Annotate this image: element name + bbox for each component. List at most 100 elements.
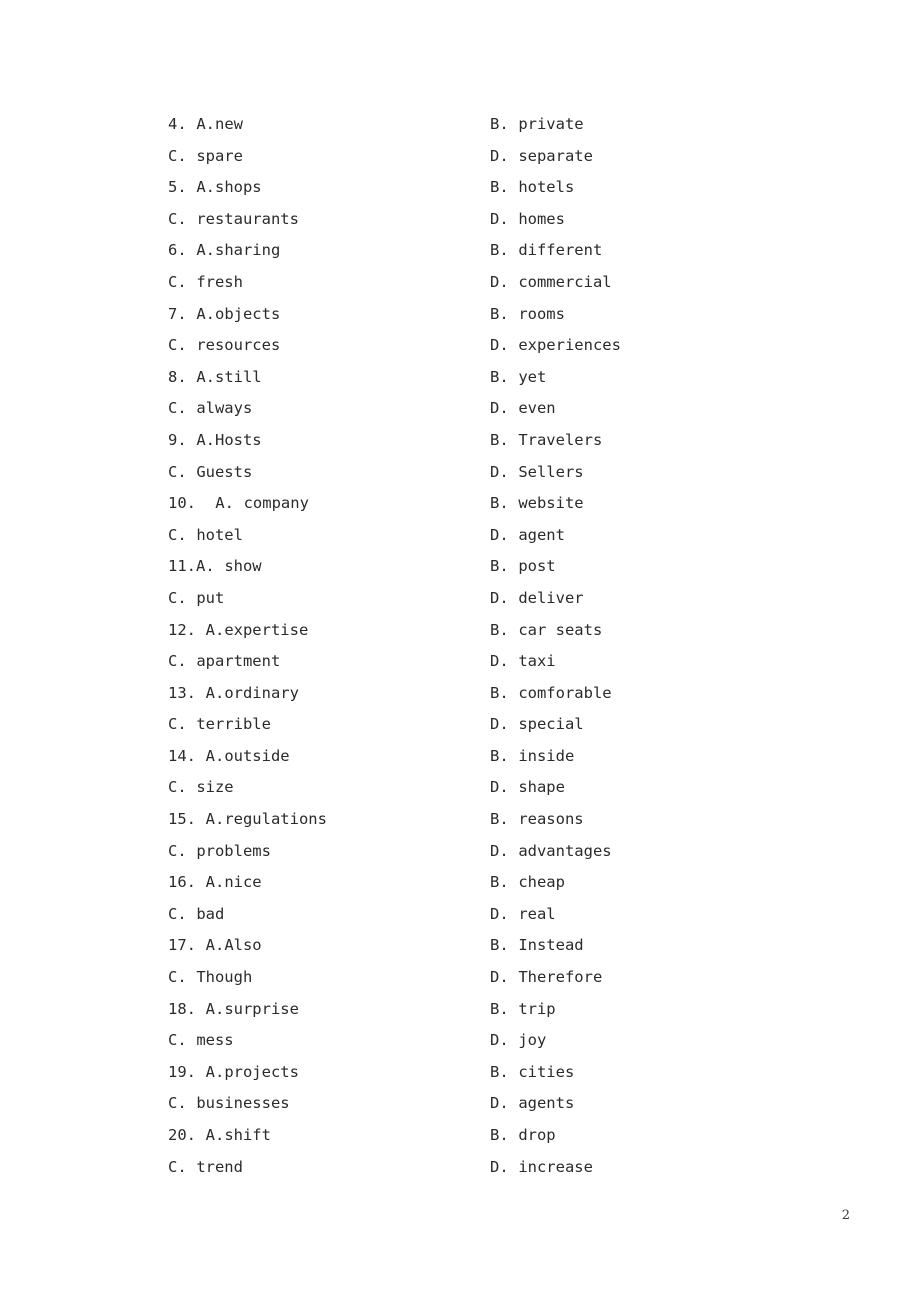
- option-d-cell[interactable]: D. joy: [490, 1024, 546, 1057]
- option-a-cell[interactable]: 17. A.Also: [168, 929, 262, 962]
- option-c-cell[interactable]: C. apartment: [168, 645, 280, 678]
- option-c-gap: [187, 714, 197, 733]
- option-c-cell[interactable]: C. restaurants: [168, 203, 299, 236]
- option-c-cell[interactable]: C. Guests: [168, 456, 252, 489]
- option-c-cell[interactable]: C. put: [168, 582, 224, 615]
- option-a-cell[interactable]: 8. A.still: [168, 361, 262, 394]
- option-d-cell[interactable]: D. separate: [490, 140, 593, 173]
- option-b-cell[interactable]: B. comforable: [490, 677, 612, 710]
- option-text-a: objects: [214, 304, 281, 323]
- option-b-cell[interactable]: B. different: [490, 234, 602, 267]
- option-line-ab: 5. A.shops B. hotels: [168, 171, 868, 203]
- option-a-cell[interactable]: 5. A.shops: [168, 171, 262, 204]
- question-block: 8. A.still B. yet C. always D. even: [168, 361, 868, 424]
- option-letter-a: A.: [196, 430, 215, 449]
- option-b-cell[interactable]: B. cheap: [490, 866, 565, 899]
- option-letter-d: D.: [490, 904, 509, 923]
- option-a-cell[interactable]: 7. A.objects: [168, 298, 280, 331]
- option-b-cell[interactable]: B. website: [490, 487, 584, 520]
- option-d-cell[interactable]: D. commercial: [490, 266, 612, 299]
- option-d-cell[interactable]: D. Therefore: [490, 961, 602, 994]
- option-b-cell[interactable]: B. inside: [490, 740, 574, 773]
- option-d-cell[interactable]: D. increase: [490, 1151, 593, 1184]
- option-c-gap: [187, 588, 197, 607]
- option-text-c: put: [196, 588, 225, 607]
- option-c-cell[interactable]: C. resources: [168, 329, 280, 362]
- option-a-cell[interactable]: 14. A.outside: [168, 740, 290, 773]
- option-b-gap: [509, 240, 519, 259]
- option-line-ab: 12. A.expertise B. car seats: [168, 614, 868, 646]
- option-a-cell[interactable]: 12. A.expertise: [168, 614, 308, 647]
- option-letter-d: D.: [490, 399, 509, 418]
- option-text-c: Guests: [196, 462, 253, 481]
- option-b-gap: [509, 746, 519, 765]
- option-a-cell[interactable]: 9. A.Hosts: [168, 424, 262, 457]
- option-c-cell[interactable]: C. fresh: [168, 266, 243, 299]
- option-a-cell[interactable]: 20. A.shift: [168, 1119, 271, 1152]
- option-d-gap: [509, 209, 519, 228]
- option-letter-a: A.: [205, 810, 225, 829]
- option-c-gap: [187, 1093, 197, 1112]
- question-block: 13. A.ordinary B. comforable C. terrible D.…: [168, 677, 868, 740]
- option-d-cell[interactable]: D. Sellers: [490, 456, 584, 489]
- option-d-cell[interactable]: D. advantages: [490, 835, 612, 868]
- question-block: 6. A.sharing B. different C. fresh D. comme…: [168, 234, 868, 297]
- option-text-d: deliver: [518, 588, 584, 607]
- option-a-cell[interactable]: 15. A.regulations: [168, 803, 327, 836]
- option-text-d: real: [518, 904, 556, 923]
- option-text-b: trip: [518, 999, 556, 1018]
- option-b-cell[interactable]: B. rooms: [490, 298, 565, 331]
- option-text-c: problems: [196, 841, 271, 860]
- option-b-cell[interactable]: B. car seats: [490, 614, 602, 647]
- number-gap: [187, 430, 197, 449]
- option-b-cell[interactable]: B. drop: [490, 1119, 556, 1152]
- option-d-cell[interactable]: D. homes: [490, 203, 565, 236]
- option-b-cell[interactable]: B. Travelers: [490, 424, 602, 457]
- option-c-cell[interactable]: C. spare: [168, 140, 243, 173]
- option-a-cell[interactable]: 13. A.ordinary: [168, 677, 299, 710]
- option-b-cell[interactable]: B. Instead: [490, 929, 584, 962]
- option-c-cell[interactable]: C. bad: [168, 898, 224, 931]
- option-text-b: post: [518, 557, 556, 576]
- option-c-cell[interactable]: C. always: [168, 392, 252, 425]
- option-a-cell[interactable]: 16. A.nice: [168, 866, 262, 899]
- option-d-cell[interactable]: D. deliver: [490, 582, 584, 615]
- option-d-cell[interactable]: D. taxi: [490, 645, 556, 678]
- option-b-cell[interactable]: B. yet: [490, 361, 546, 394]
- option-d-cell[interactable]: D. agent: [490, 519, 565, 552]
- option-b-cell[interactable]: B. private: [490, 108, 584, 141]
- option-b-cell[interactable]: B. reasons: [490, 803, 584, 836]
- option-a-cell[interactable]: 4. A.new: [168, 108, 243, 141]
- option-letter-c: C.: [168, 272, 187, 291]
- option-a-cell[interactable]: 11.A. show: [168, 550, 262, 583]
- option-line-ab: 11.A. show B. post: [168, 550, 868, 582]
- question-block: 7. A.objects B. rooms C. resources D. exper…: [168, 298, 868, 361]
- question-options-list: 4. A.new B. private C. spare D. separate 5. …: [168, 108, 868, 1182]
- option-line-ab: 15. A.regulations B. reasons: [168, 803, 868, 835]
- option-letter-b: B.: [490, 115, 509, 133]
- option-d-cell[interactable]: D. real: [490, 898, 556, 931]
- option-d-cell[interactable]: D. special: [490, 708, 584, 741]
- option-c-cell[interactable]: C. hotel: [168, 519, 243, 552]
- option-c-cell[interactable]: C. businesses: [168, 1087, 290, 1120]
- option-c-cell[interactable]: C. problems: [168, 835, 271, 868]
- option-c-cell[interactable]: C. mess: [168, 1024, 234, 1057]
- option-d-cell[interactable]: D. even: [490, 392, 556, 425]
- option-c-cell[interactable]: C. Though: [168, 961, 252, 994]
- option-c-gap: [187, 146, 197, 165]
- option-d-cell[interactable]: D. agents: [490, 1087, 574, 1120]
- option-a-cell[interactable]: 18. A.surprise: [168, 993, 299, 1026]
- option-c-cell[interactable]: C. terrible: [168, 708, 271, 741]
- option-a-cell[interactable]: 6. A.sharing: [168, 234, 280, 267]
- option-d-cell[interactable]: D. shape: [490, 771, 565, 804]
- option-b-cell[interactable]: B. trip: [490, 993, 556, 1026]
- option-a-cell[interactable]: 10. A. company: [168, 487, 309, 520]
- option-c-cell[interactable]: C. size: [168, 771, 234, 804]
- option-c-cell[interactable]: C. trend: [168, 1151, 243, 1184]
- option-letter-b: B.: [490, 178, 509, 197]
- option-b-cell[interactable]: B. cities: [490, 1056, 574, 1089]
- option-a-cell[interactable]: 19. A.projects: [168, 1056, 299, 1089]
- option-b-cell[interactable]: B. hotels: [490, 171, 574, 204]
- option-d-cell[interactable]: D. experiences: [490, 329, 621, 362]
- option-b-cell[interactable]: B. post: [490, 550, 556, 583]
